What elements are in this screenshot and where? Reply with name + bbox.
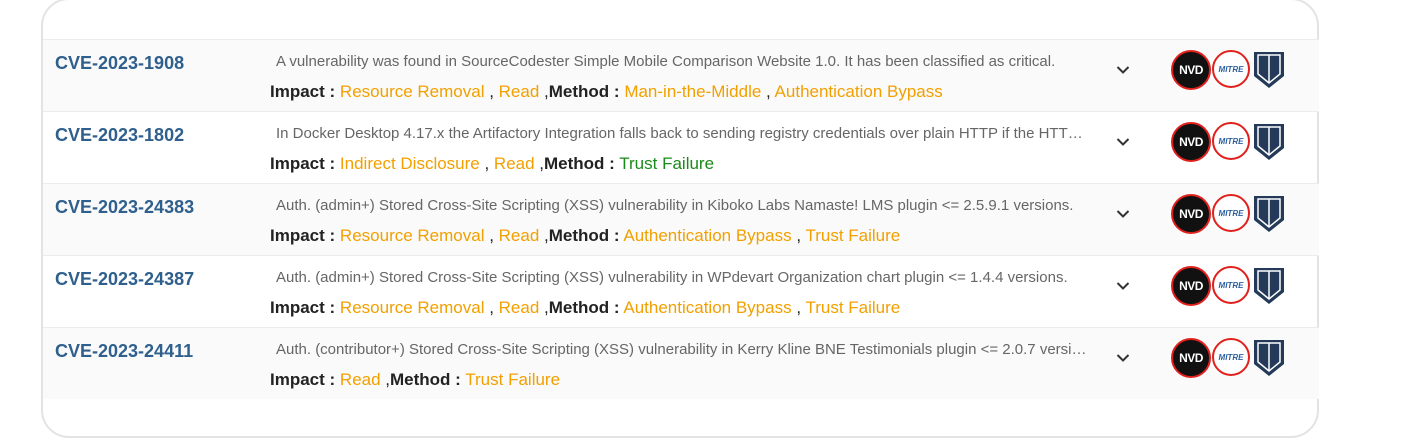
impact-tag[interactable]: Read [499, 226, 540, 245]
nvd-icon[interactable]: NVD [1171, 50, 1211, 90]
cve-meta: Impact : Resource Removal , Read ,Method… [270, 298, 900, 318]
chevron-down-icon[interactable] [1116, 209, 1130, 219]
cve-list: CVE-2023-1908 A vulnerability was found … [43, 39, 1319, 399]
mitre-icon[interactable]: MITRE [1212, 194, 1250, 232]
impact-label: Impact : [270, 226, 336, 245]
chevron-down-icon[interactable] [1116, 353, 1130, 363]
impact-tag[interactable]: Read [499, 82, 540, 101]
chevron-down-icon[interactable] [1116, 65, 1130, 75]
separator: , [479, 154, 494, 173]
impact-label: Impact : [270, 154, 336, 173]
shield-icon[interactable] [1252, 338, 1286, 378]
separator: , [484, 82, 499, 101]
mitre-icon[interactable]: MITRE [1212, 122, 1250, 160]
separator: , [484, 226, 499, 245]
nvd-icon[interactable]: NVD [1171, 194, 1211, 234]
method-tag[interactable]: Man-in-the-Middle [624, 82, 761, 101]
method-tag[interactable]: Trust Failure [465, 370, 560, 389]
source-links: NVD MITRE [1171, 50, 1286, 90]
method-tag[interactable]: Trust Failure [619, 154, 714, 173]
cve-id-link[interactable]: CVE-2023-24387 [55, 269, 194, 290]
separator: , [791, 298, 806, 317]
impact-tag[interactable]: Resource Removal [340, 226, 485, 245]
impact-tag[interactable]: Resource Removal [340, 298, 485, 317]
cve-id-link[interactable]: CVE-2023-24411 [55, 341, 193, 362]
cve-description: Auth. (admin+) Stored Cross-Site Scripti… [276, 197, 1074, 214]
method-label: Method : [544, 154, 615, 173]
separator: , [539, 226, 549, 245]
impact-tag[interactable]: Read [340, 370, 381, 389]
chevron-down-icon[interactable] [1116, 137, 1130, 147]
separator: , [761, 82, 775, 101]
mitre-icon[interactable]: MITRE [1212, 338, 1250, 376]
impact-label: Impact : [270, 82, 336, 101]
cve-meta: Impact : Resource Removal , Read ,Method… [270, 226, 900, 246]
method-label: Method : [548, 298, 620, 317]
impact-label: Impact : [270, 298, 336, 317]
method-label: Method : [390, 370, 461, 389]
source-links: NVD MITRE [1171, 122, 1286, 162]
cve-description: In Docker Desktop 4.17.x the Artifactory… [276, 125, 1088, 142]
cve-meta: Impact : Read ,Method : Trust Failure [270, 370, 560, 390]
cve-description: Auth. (admin+) Stored Cross-Site Scripti… [276, 269, 1068, 286]
impact-tag[interactable]: Indirect Disclosure [340, 154, 480, 173]
cve-description: A vulnerability was found in SourceCodes… [276, 53, 1056, 70]
method-tag[interactable]: Trust Failure [805, 298, 900, 317]
cve-meta: Impact : Resource Removal , Read ,Method… [270, 82, 943, 102]
method-label: Method : [548, 82, 620, 101]
nvd-icon[interactable]: NVD [1171, 266, 1211, 306]
shield-icon[interactable] [1252, 122, 1286, 162]
method-tag[interactable]: Authentication Bypass [623, 298, 791, 317]
nvd-icon[interactable]: NVD [1171, 122, 1211, 162]
source-links: NVD MITRE [1171, 194, 1286, 234]
cve-id-link[interactable]: CVE-2023-1802 [55, 125, 184, 146]
cve-id-link[interactable]: CVE-2023-1908 [55, 53, 184, 74]
separator: , [380, 370, 391, 389]
separator: , [539, 298, 549, 317]
mitre-icon[interactable]: MITRE [1212, 50, 1250, 88]
source-links: NVD MITRE [1171, 338, 1286, 378]
cve-row: CVE-2023-24411 Auth. (contributor+) Stor… [43, 327, 1319, 399]
method-tag[interactable]: Authentication Bypass [775, 82, 943, 101]
impact-label: Impact : [270, 370, 336, 389]
mitre-icon[interactable]: MITRE [1212, 266, 1250, 304]
impact-tag[interactable]: Resource Removal [340, 82, 485, 101]
separator: , [534, 154, 545, 173]
nvd-icon[interactable]: NVD [1171, 338, 1211, 378]
method-label: Method : [548, 226, 620, 245]
separator: , [539, 82, 549, 101]
shield-icon[interactable] [1252, 194, 1286, 234]
cve-row: CVE-2023-24383 Auth. (admin+) Stored Cro… [43, 183, 1319, 255]
cve-row: CVE-2023-24387 Auth. (admin+) Stored Cro… [43, 255, 1319, 327]
cve-description: Auth. (contributor+) Stored Cross-Site S… [276, 341, 1088, 358]
method-tag[interactable]: Authentication Bypass [623, 226, 791, 245]
method-tag[interactable]: Trust Failure [805, 226, 900, 245]
impact-tag[interactable]: Read [494, 154, 535, 173]
shield-icon[interactable] [1252, 266, 1286, 306]
cve-row: CVE-2023-1802 In Docker Desktop 4.17.x t… [43, 111, 1319, 183]
source-links: NVD MITRE [1171, 266, 1286, 306]
cve-row: CVE-2023-1908 A vulnerability was found … [43, 39, 1319, 111]
chevron-down-icon[interactable] [1116, 281, 1130, 291]
cve-id-link[interactable]: CVE-2023-24383 [55, 197, 194, 218]
separator: , [791, 226, 806, 245]
impact-tag[interactable]: Read [499, 298, 540, 317]
shield-icon[interactable] [1252, 50, 1286, 90]
cve-meta: Impact : Indirect Disclosure , Read ,Met… [270, 154, 714, 174]
separator: , [484, 298, 499, 317]
